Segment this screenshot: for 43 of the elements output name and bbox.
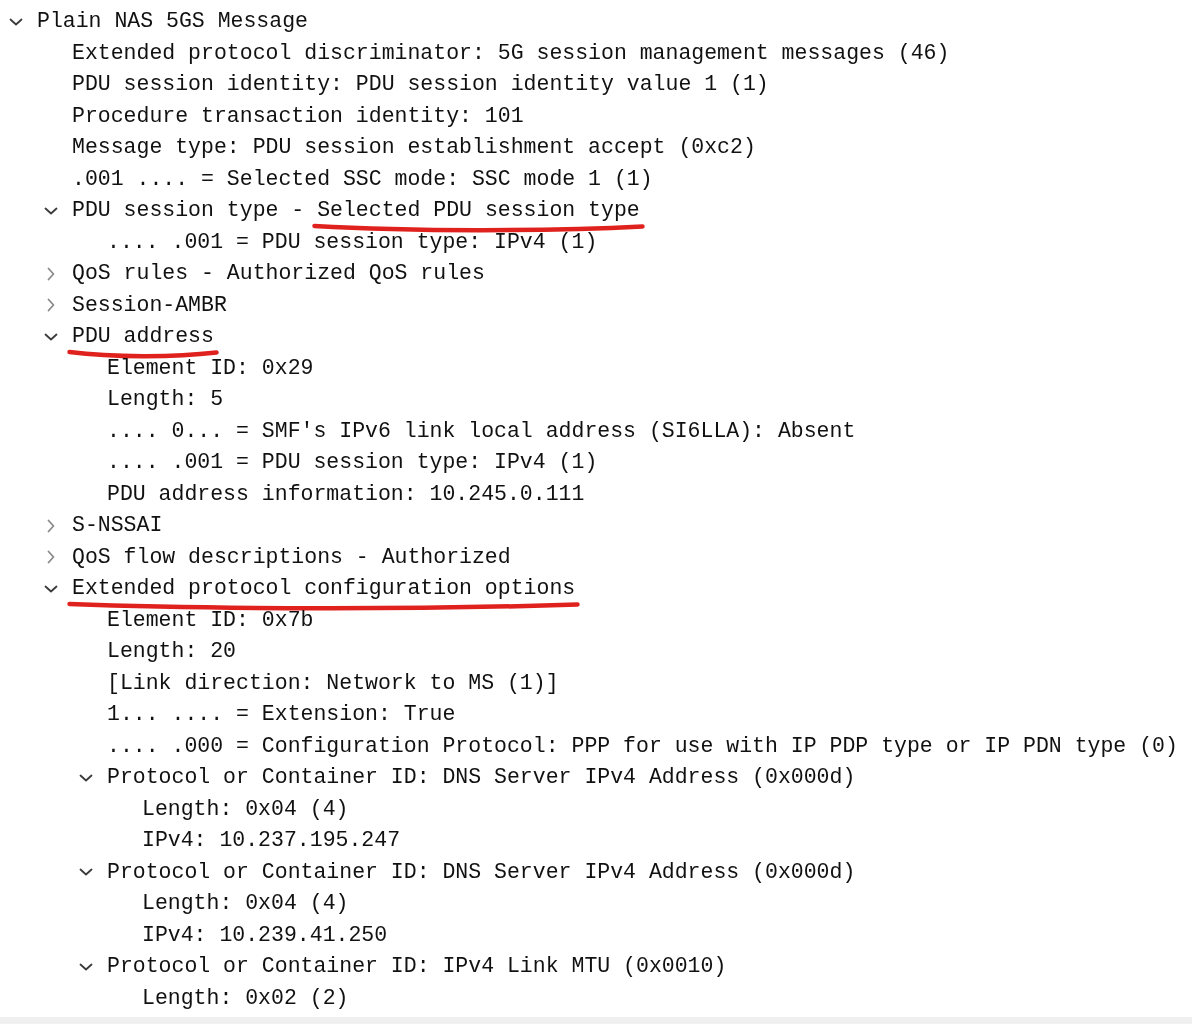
tree-item[interactable]: S-NSSAI bbox=[72, 510, 163, 542]
tree-item[interactable]: .... .000 = Configuration Protocol: PPP for use with IP PDP type or IP PDN type (0) bbox=[107, 730, 1178, 762]
tree-item[interactable]: PDU address information: 10.245.0.111 bbox=[107, 478, 585, 510]
tree-item[interactable]: Length: 0x02 (2) bbox=[142, 982, 349, 1014]
chevron-right-icon[interactable] bbox=[47, 298, 55, 313]
tree-item[interactable]: Extended protocol discriminator: 5G session management messages (46) bbox=[72, 37, 950, 69]
tree-item[interactable]: IPv4: 10.239.41.250 bbox=[142, 919, 388, 951]
tree-item[interactable]: Protocol or Container ID: DNS Server IPv4 Address (0x000d) bbox=[107, 856, 856, 888]
tree-item[interactable]: Length: 5 bbox=[107, 384, 224, 416]
tree-item[interactable]: [Link direction: Network to MS (1)] bbox=[107, 667, 559, 699]
tree-item[interactable]: .... .001 = PDU session type: IPv4 (1) bbox=[107, 226, 598, 258]
tree-item[interactable]: Length: 0x04 (4) bbox=[142, 793, 349, 825]
tree-item[interactable]: Procedure transaction identity: 101 bbox=[72, 100, 524, 132]
chevron-right-icon[interactable] bbox=[47, 518, 55, 533]
chevron-down-icon[interactable] bbox=[44, 206, 58, 215]
tree-item[interactable]: .... 0... = SMF's IPv6 link local address (SI6LLA): Absent bbox=[107, 415, 856, 447]
chevron-right-icon[interactable] bbox=[47, 550, 55, 565]
tree-item[interactable]: .... .001 = PDU session type: IPv4 (1) bbox=[107, 447, 598, 479]
tree-item[interactable]: IPv4: 10.237.195.247 bbox=[142, 825, 401, 857]
tree-item[interactable]: PDU session identity: PDU session identity value 1 (1) bbox=[72, 69, 769, 101]
tree-item[interactable]: Plain NAS 5GS Message bbox=[37, 6, 308, 38]
tree-item[interactable]: Protocol or Container ID: DNS Server IPv4 Address (0x000d) bbox=[107, 762, 856, 794]
chevron-down-icon[interactable] bbox=[9, 17, 23, 26]
chevron-right-icon[interactable] bbox=[47, 266, 55, 281]
chevron-down-icon[interactable] bbox=[44, 332, 58, 341]
tree-item[interactable]: Element ID: 0x7b bbox=[107, 604, 314, 636]
tree-item[interactable]: Element ID: 0x29 bbox=[107, 352, 314, 384]
tree-item[interactable]: Extended protocol configuration options bbox=[72, 573, 576, 605]
tree-item[interactable]: QoS rules - Authorized QoS rules bbox=[72, 258, 485, 290]
chevron-down-icon[interactable] bbox=[79, 773, 93, 782]
chevron-down-icon[interactable] bbox=[44, 584, 58, 593]
tree-item[interactable]: 1... .... = Extension: True bbox=[107, 699, 456, 731]
tree-item[interactable]: Length: 0x04 (4) bbox=[142, 888, 349, 920]
tree-item[interactable]: Protocol or Container ID: IPv4 Link MTU (0x0010) bbox=[107, 951, 727, 983]
chevron-down-icon[interactable] bbox=[79, 962, 93, 971]
tree-item[interactable]: Length: 20 bbox=[107, 636, 237, 668]
chevron-down-icon[interactable] bbox=[79, 868, 93, 877]
tree-item[interactable]: .001 .... = Selected SSC mode: SSC mode 1 (1) bbox=[72, 163, 653, 195]
tree-item[interactable]: PDU session type - Selected PDU session type bbox=[72, 195, 640, 227]
tree-item[interactable]: PDU address bbox=[72, 321, 214, 353]
tree-item[interactable]: Session-AMBR bbox=[72, 289, 227, 321]
tree-item[interactable]: QoS flow descriptions - Authorized bbox=[72, 541, 511, 573]
tree-item[interactable]: Message type: PDU session establishment accept (0xc2) bbox=[72, 132, 756, 164]
